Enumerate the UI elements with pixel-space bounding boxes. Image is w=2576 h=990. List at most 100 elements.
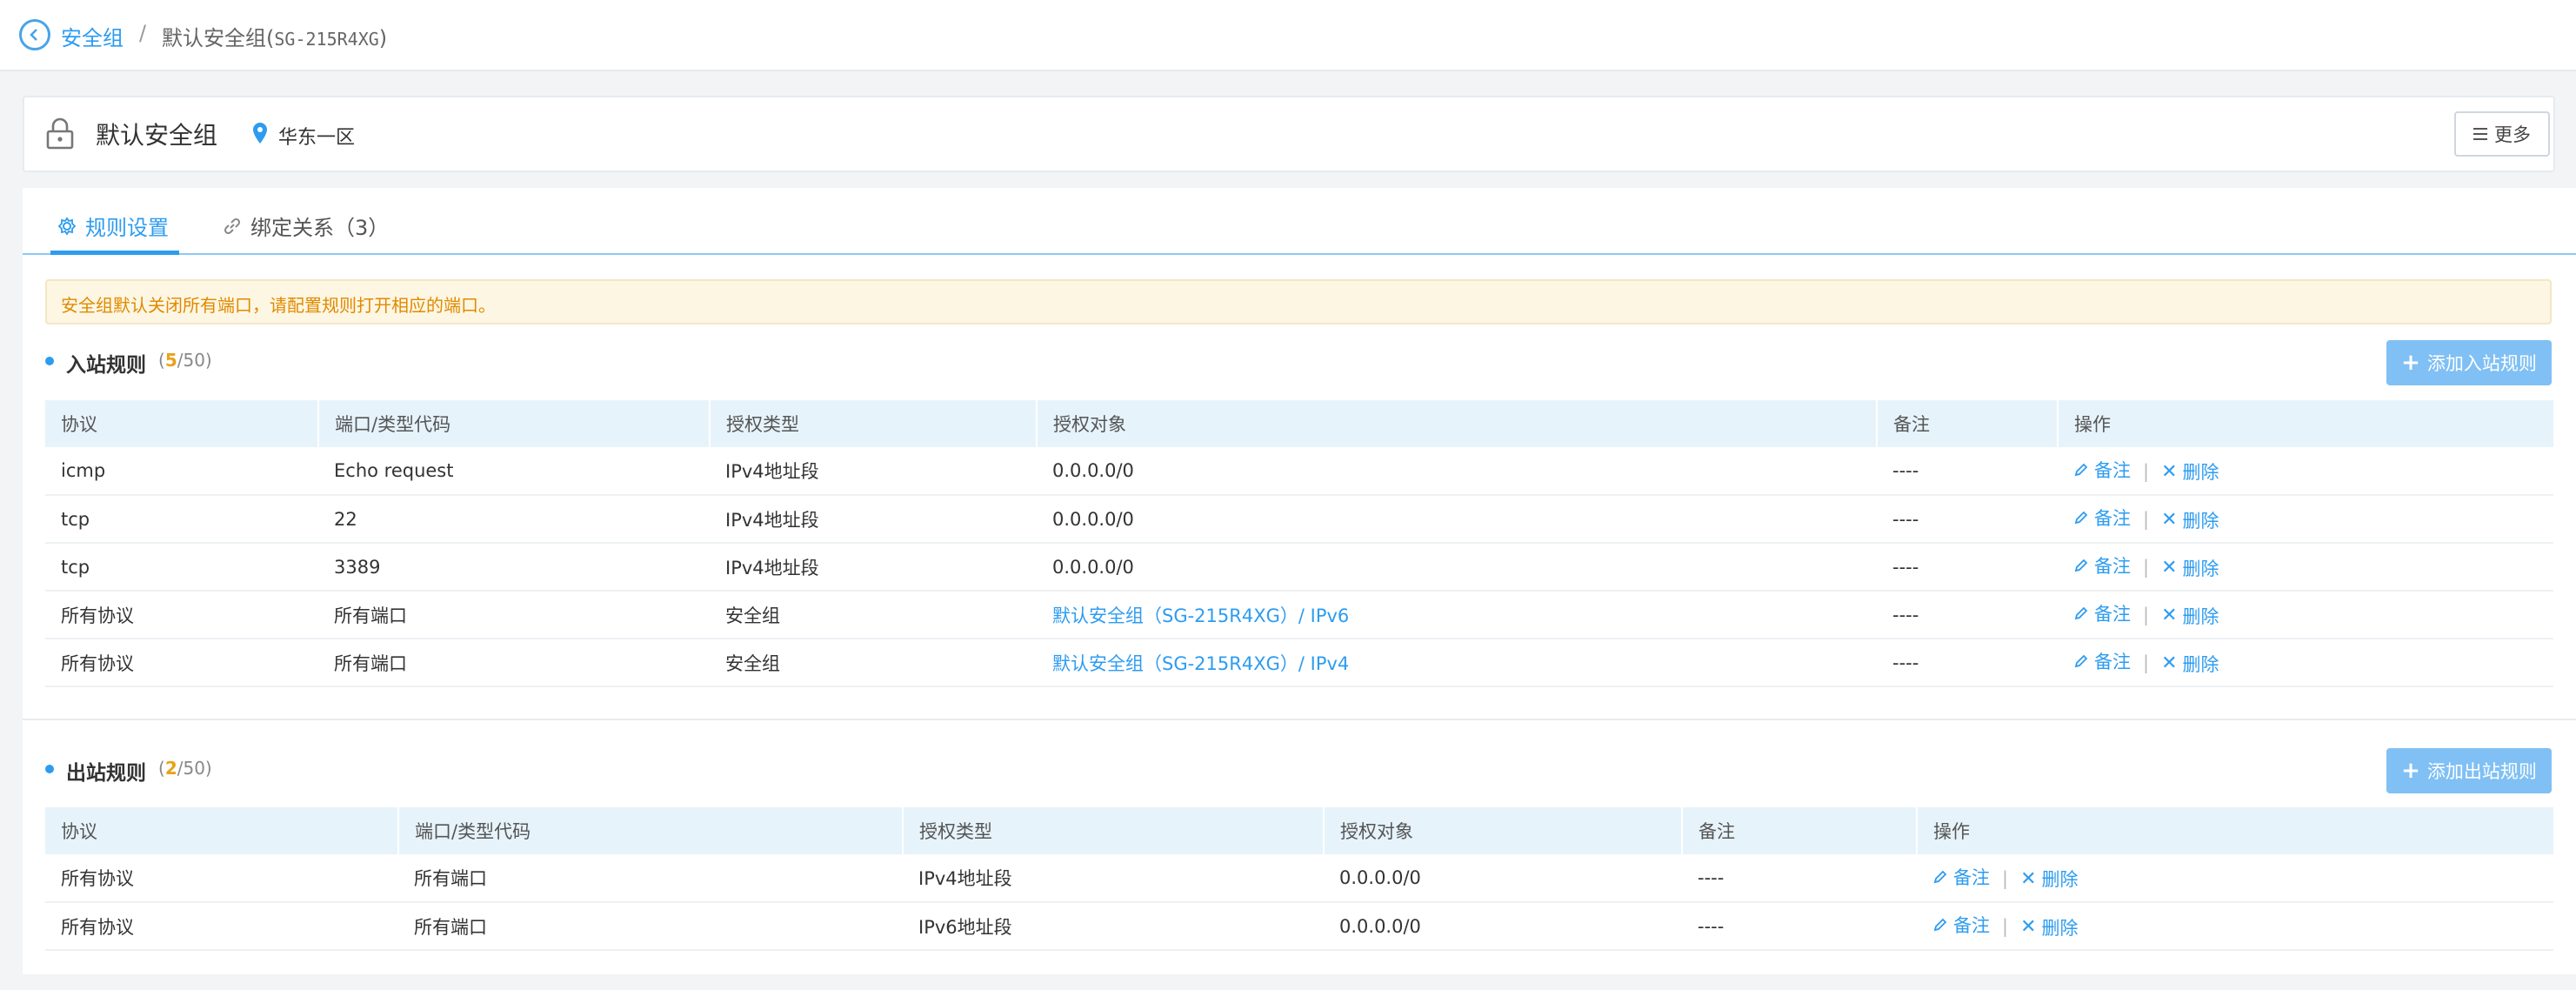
- action-separator: |: [2143, 605, 2150, 626]
- action-separator: |: [2143, 509, 2150, 531]
- page-title: 默认安全组: [96, 121, 218, 150]
- cell-actions: 备注 | ✕ 删除: [2058, 591, 2553, 639]
- more-button[interactable]: 更多: [2454, 111, 2550, 157]
- plus-icon: +: [2401, 758, 2420, 784]
- cell-port: 所有端口: [318, 639, 710, 687]
- outbound-title: 出站规则: [66, 762, 146, 785]
- inbound-title: 入站规则: [66, 354, 146, 377]
- column-header: 协议: [45, 807, 398, 854]
- breadcrumb-current: 默认安全组(SG-215R4XG): [162, 26, 388, 50]
- region-label: 华东一区: [278, 127, 356, 149]
- inbound-rules-table: 协议 端口/类型代码 授权类型 授权对象 备注 操作 icmp Echo req…: [45, 400, 2553, 687]
- cell-actions: 备注 | ✕ 删除: [2058, 495, 2553, 544]
- cell-auth-target: 默认安全组（SG-215R4XG）/ IPv4: [1037, 639, 1877, 687]
- tab-label: 绑定关系（3）: [250, 216, 390, 240]
- tab-rule-settings[interactable]: 规则设置: [57, 211, 169, 241]
- add-inbound-rule-button[interactable]: + 添加入站规则: [2386, 340, 2552, 385]
- cell-auth-target: 默认安全组（SG-215R4XG）/ IPv6: [1037, 591, 1877, 639]
- security-group-link[interactable]: 默认安全组（SG-215R4XG）/ IPv6: [1052, 605, 1349, 626]
- table-row: tcp 3389 IPv4地址段 0.0.0.0/0 ---- 备注 | ✕ 删除: [45, 543, 2553, 592]
- cell-port: Echo request: [318, 447, 710, 496]
- cell-actions: 备注 | ✕ 删除: [1917, 854, 2553, 903]
- cell-auth-type: IPv4地址段: [710, 543, 1037, 592]
- cell-protocol: 所有协议: [45, 854, 398, 903]
- cell-actions: 备注 | ✕ 删除: [2058, 543, 2553, 592]
- cell-actions: 备注 | ✕ 删除: [2058, 639, 2553, 687]
- remark-button[interactable]: 备注: [2073, 552, 2131, 579]
- column-header: 端口/类型代码: [317, 400, 710, 447]
- cell-port: 所有端口: [318, 591, 710, 639]
- page-bottom-gutter: [23, 974, 2576, 990]
- gear-icon: [57, 216, 77, 236]
- action-separator: |: [2002, 916, 2009, 938]
- delete-button[interactable]: ✕ 删除: [2161, 651, 2219, 677]
- cell-note: ----: [1877, 447, 2058, 496]
- notice-banner: 安全组默认关闭所有端口，请配置规则打开相应的端口。: [45, 279, 2552, 324]
- close-x-icon: ✕: [2020, 916, 2037, 939]
- remark-button[interactable]: 备注: [2073, 457, 2131, 483]
- outbound-rules-table: 协议 端口/类型代码 授权类型 授权对象 备注 操作 所有协议 所有端口 IPv…: [45, 807, 2553, 951]
- cell-protocol: 所有协议: [45, 639, 318, 687]
- outbound-count: (2/50): [158, 758, 212, 779]
- edit-pencil-icon: [2074, 559, 2088, 572]
- edit-pencil-icon: [2074, 606, 2088, 620]
- cell-port: 3389: [318, 543, 710, 592]
- cell-port: 所有端口: [398, 854, 903, 903]
- table-header-row: 协议 端口/类型代码 授权类型 授权对象 备注 操作: [45, 807, 2553, 854]
- tab-binding-relations[interactable]: 绑定关系（3）: [223, 211, 389, 241]
- remark-button[interactable]: 备注: [2073, 648, 2131, 674]
- column-header: 协议: [45, 400, 318, 447]
- delete-button[interactable]: ✕ 删除: [2161, 458, 2219, 485]
- column-header: 操作: [2057, 400, 2553, 447]
- remark-button[interactable]: 备注: [1932, 864, 1990, 890]
- breadcrumb-parent-link[interactable]: 安全组: [61, 21, 123, 51]
- remark-button[interactable]: 备注: [2073, 505, 2131, 531]
- column-header: 授权类型: [709, 400, 1037, 447]
- delete-button[interactable]: ✕ 删除: [2161, 555, 2219, 581]
- header-card: [23, 96, 2555, 172]
- cell-note: ----: [1877, 543, 2058, 592]
- section-bullet: [45, 357, 54, 365]
- remark-button[interactable]: 备注: [2073, 600, 2131, 626]
- cell-protocol: 所有协议: [45, 591, 318, 639]
- table-header-row: 协议 端口/类型代码 授权类型 授权对象 备注 操作: [45, 400, 2553, 447]
- remark-button[interactable]: 备注: [1932, 912, 1990, 938]
- security-group-link[interactable]: 默认安全组（SG-215R4XG）/ IPv4: [1052, 653, 1349, 674]
- add-outbound-label: 添加出站规则: [2426, 761, 2537, 782]
- cell-auth-target: 0.0.0.0/0: [1037, 495, 1877, 544]
- table-row: 所有协议 所有端口 IPv4地址段 0.0.0.0/0 ---- 备注 | ✕ 删除: [45, 854, 2553, 903]
- cell-auth-type: 安全组: [710, 639, 1037, 687]
- breadcrumb-current-id: SG-215R4XG: [274, 29, 379, 50]
- cell-auth-target: 0.0.0.0/0: [1324, 902, 1682, 951]
- column-header: 端口/类型代码: [397, 807, 903, 854]
- more-button-label: 更多: [2494, 124, 2531, 145]
- column-header: 授权对象: [1036, 400, 1877, 447]
- close-x-icon: ✕: [2161, 509, 2178, 532]
- edit-pencil-icon: [1933, 870, 1947, 883]
- link-icon: [224, 217, 241, 234]
- lock-icon: [46, 117, 74, 150]
- close-x-icon: ✕: [2020, 867, 2037, 890]
- column-header: 备注: [1876, 400, 2058, 447]
- cell-auth-type: IPv4地址段: [710, 495, 1037, 544]
- close-x-icon: ✕: [2161, 557, 2178, 579]
- cell-protocol: 所有协议: [45, 902, 398, 951]
- delete-button[interactable]: ✕ 删除: [2020, 866, 2078, 892]
- add-outbound-rule-button[interactable]: + 添加出站规则: [2386, 748, 2552, 793]
- edit-pencil-icon: [1933, 918, 1947, 932]
- delete-button[interactable]: ✕ 删除: [2161, 603, 2219, 629]
- close-x-icon: ✕: [2161, 605, 2178, 627]
- menu-lines-icon: [2473, 128, 2487, 140]
- close-x-icon: ✕: [2161, 652, 2178, 675]
- cell-note: ----: [1877, 591, 2058, 639]
- tabs-divider: [23, 253, 2576, 255]
- table-row: 所有协议 所有端口 安全组 默认安全组（SG-215R4XG）/ IPv6 --…: [45, 591, 2553, 639]
- add-inbound-label: 添加入站规则: [2426, 353, 2537, 374]
- delete-button[interactable]: ✕ 删除: [2161, 507, 2219, 533]
- edit-pencil-icon: [2074, 511, 2088, 525]
- cell-auth-type: IPv4地址段: [903, 854, 1324, 903]
- section-bullet: [45, 765, 54, 773]
- cell-port: 22: [318, 495, 710, 544]
- back-circle-icon[interactable]: [19, 19, 50, 50]
- delete-button[interactable]: ✕ 删除: [2020, 914, 2078, 940]
